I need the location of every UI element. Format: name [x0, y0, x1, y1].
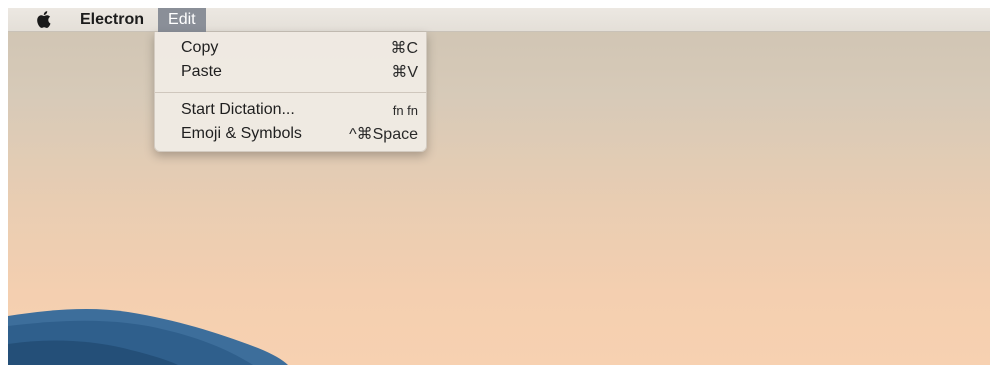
- edit-menu-dropdown: Copy ⌘C Paste ⌘V Start Dictation... fn f…: [154, 32, 427, 152]
- menu-item-emoji-symbols[interactable]: Emoji & Symbols ^⌘Space: [155, 122, 426, 146]
- menu-item-shortcut: fn fn: [392, 102, 418, 118]
- menu-item-shortcut: ⌘V: [391, 64, 418, 81]
- menu-item-paste[interactable]: Paste ⌘V: [155, 60, 426, 84]
- apple-logo-icon[interactable]: [34, 11, 52, 29]
- menu-item-start-dictation[interactable]: Start Dictation... fn fn: [155, 98, 426, 122]
- menu-bar: Electron Edit: [8, 8, 990, 32]
- menu-item-shortcut: ⌘C: [390, 40, 418, 57]
- screen: Electron Edit Copy ⌘C Paste ⌘V Start Dic…: [8, 8, 990, 365]
- menu-edit[interactable]: Edit: [158, 8, 206, 32]
- menu-app-electron[interactable]: Electron: [72, 8, 152, 32]
- menu-item-label: Start Dictation...: [181, 101, 295, 118]
- menu-item-copy[interactable]: Copy ⌘C: [155, 36, 426, 60]
- menu-separator: [155, 92, 426, 93]
- menu-item-shortcut: ^⌘Space: [349, 126, 418, 143]
- menu-item-label: Copy: [181, 39, 219, 56]
- menu-item-label: Emoji & Symbols: [181, 125, 302, 142]
- menu-item-label: Paste: [181, 63, 222, 80]
